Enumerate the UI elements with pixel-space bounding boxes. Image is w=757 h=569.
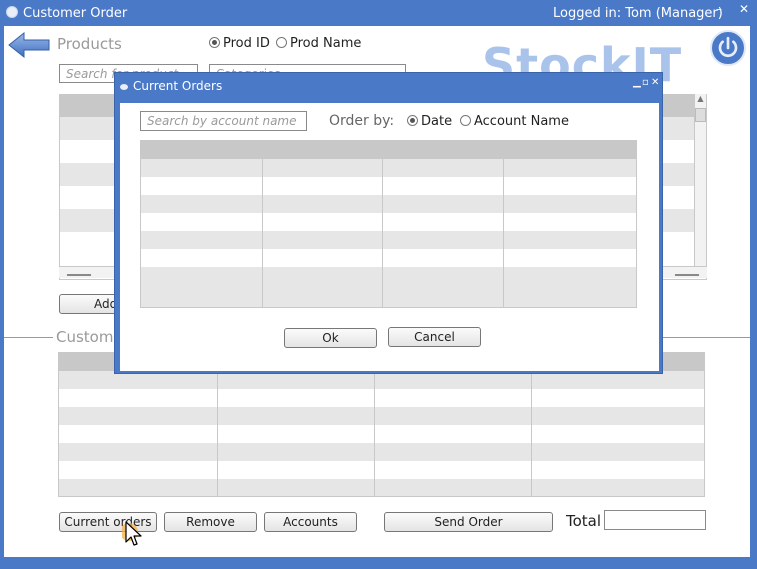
table-row[interactable] [59,389,704,407]
dialog-maximize-button[interactable]: ▫ [642,77,649,89]
back-arrow-icon[interactable] [8,32,50,58]
dialog-app-icon [120,84,128,90]
mouse-cursor-icon [122,521,142,546]
prod-name-label: Prod Name [290,36,362,51]
table-row[interactable] [141,249,636,267]
prod-id-label: Prod ID [223,36,270,51]
dialog-close-button[interactable]: ✕ [651,77,659,89]
window-title: Customer Order [23,6,128,21]
current-orders-grid[interactable] [140,140,637,308]
column-divider [531,371,532,496]
send-order-button[interactable]: Send Order [384,512,553,532]
total-field[interactable] [604,510,706,530]
order-by-label: Order by: [329,113,395,129]
products-label: Products [57,35,122,53]
order-by-date-radio-dot [407,115,418,126]
table-row[interactable] [59,443,704,461]
order-by-date-radio[interactable]: Date [407,114,452,129]
prod-name-radio[interactable]: Prod Name [276,36,361,51]
login-status: Logged in: Tom (Manager) [553,6,723,21]
dialog-body: Search by account name Order by: Date Ac… [120,103,659,371]
table-row[interactable] [59,479,704,496]
current-orders-grid-header [141,141,636,159]
table-row[interactable] [59,407,704,425]
main-window: Customer Order Logged in: Tom (Manager) … [0,0,757,569]
account-search-input[interactable]: Search by account name [140,111,307,131]
prod-id-radio[interactable]: Prod ID [209,36,270,51]
table-row[interactable] [141,231,636,249]
prod-name-radio-dot [276,37,287,48]
minimize-button[interactable]: – [716,2,722,16]
scroll-up-icon[interactable]: ▲ [695,94,706,108]
prod-id-radio-dot [209,37,220,48]
table-row[interactable] [141,159,636,177]
power-icon[interactable] [710,30,746,66]
table-row[interactable] [141,213,636,231]
cancel-button[interactable]: Cancel [388,327,481,347]
table-row[interactable] [141,177,636,195]
column-divider [382,141,383,307]
products-vertical-scrollbar[interactable]: ▲ [694,94,706,266]
column-divider [217,371,218,496]
table-row[interactable] [59,461,704,479]
order-by-account-radio[interactable]: Account Name [460,114,569,129]
accounts-button[interactable]: Accounts [264,512,357,532]
scroll-thumb[interactable] [695,108,706,122]
column-divider [374,371,375,496]
order-by-date-label: Date [421,114,453,129]
remove-button[interactable]: Remove [164,512,257,532]
dialog-minimize-button[interactable]: ▁ [633,77,641,89]
scroll-right-icon[interactable] [675,268,699,276]
column-divider [503,141,504,307]
scroll-left-icon[interactable] [67,268,91,276]
ok-button[interactable]: Ok [284,328,377,348]
table-row[interactable] [59,425,704,443]
total-label: Total [566,512,602,530]
order-by-account-label: Account Name [474,114,569,129]
dialog-title: Current Orders [133,79,223,93]
app-icon [6,6,18,18]
column-divider [262,141,263,307]
table-row[interactable] [141,267,636,307]
table-row[interactable] [141,195,636,213]
current-orders-dialog: Current Orders ▁ ▫ ✕ Search by account n… [114,72,663,374]
window-titlebar: Customer Order Logged in: Tom (Manager) … [0,0,757,26]
close-button[interactable]: ✕ [739,2,749,16]
order-by-account-radio-dot [460,115,471,126]
